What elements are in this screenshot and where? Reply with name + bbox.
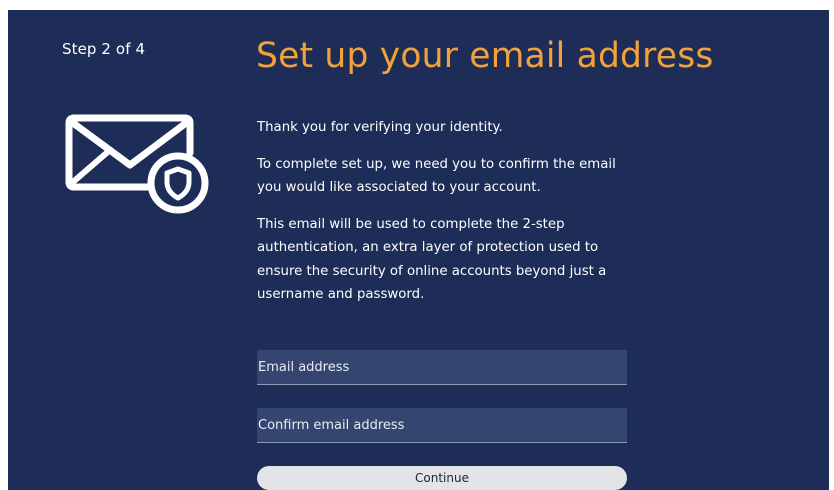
confirm-email-field-container [257, 408, 627, 443]
confirm-email-field[interactable] [257, 408, 627, 442]
instruction-paragraph: Thank you for verifying your identity. [257, 120, 503, 135]
email-field-container [257, 350, 627, 385]
instruction-paragraph: To complete set up, we need you to confi… [257, 156, 616, 196]
step-indicator: Step 2 of 4 [62, 40, 146, 58]
setup-panel: Step 2 of 4 Set up your email address Th… [8, 10, 829, 490]
page-title: Set up your email address [256, 36, 714, 76]
instruction-paragraph: This email will be used to complete the … [257, 216, 607, 303]
email-field[interactable] [257, 350, 627, 384]
envelope-shield-icon [64, 110, 224, 220]
instructions: Thank you for verifying your identity. T… [257, 116, 637, 320]
continue-button[interactable]: Continue [257, 466, 627, 490]
